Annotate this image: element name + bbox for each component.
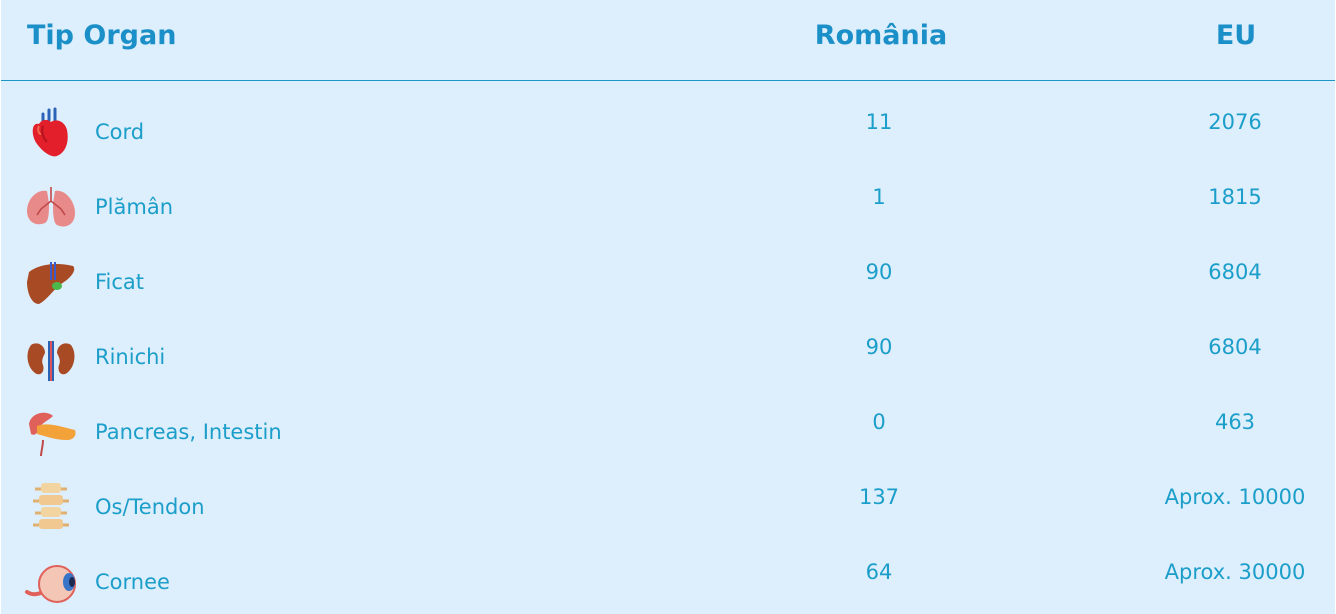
romania-value: 1 <box>872 185 886 209</box>
kidneys-icon <box>23 331 79 385</box>
romania-value: 0 <box>872 410 886 434</box>
eu-value: Aprox. 30000 <box>1164 560 1306 584</box>
romania-value: 90 <box>865 260 893 284</box>
liver-icon <box>23 256 79 310</box>
eu-value: Aprox. 10000 <box>1164 485 1306 509</box>
organ-table: Tip Organ România EU Cord 11 2076 Plămân <box>1 0 1335 614</box>
bone-icon <box>23 481 79 535</box>
header-organ-type: Tip Organ <box>27 20 177 51</box>
eu-value: 6804 <box>1208 260 1262 284</box>
romania-value: 11 <box>865 110 893 134</box>
eye-icon <box>23 556 79 610</box>
table-row: Rinichi 90 6804 <box>1 307 1335 382</box>
organ-name: Plămân <box>95 195 174 219</box>
eu-value: 1815 <box>1208 185 1262 209</box>
table-row: Plămân 1 1815 <box>1 157 1335 232</box>
table-header: Tip Organ România EU <box>1 0 1335 81</box>
heart-icon <box>23 106 79 160</box>
organ-name: Cord <box>95 120 145 144</box>
romania-value: 90 <box>865 335 893 359</box>
table-row: Cord 11 2076 <box>1 82 1335 157</box>
eu-value: 6804 <box>1208 335 1262 359</box>
organ-name: Rinichi <box>95 345 166 369</box>
romania-value: 137 <box>858 485 900 509</box>
table-row: Pancreas, Intestin 0 463 <box>1 382 1335 457</box>
eu-value: 2076 <box>1208 110 1262 134</box>
table-row: Ficat 90 6804 <box>1 232 1335 307</box>
table-row: Cornee 64 Aprox. 30000 <box>1 532 1335 607</box>
organ-name: Pancreas, Intestin <box>95 420 282 444</box>
organ-name: Cornee <box>95 570 170 594</box>
header-romania: România <box>814 20 948 51</box>
eu-value: 463 <box>1214 410 1256 434</box>
header-eu: EU <box>1215 20 1257 51</box>
organ-name: Os/Tendon <box>95 495 205 519</box>
lungs-icon <box>23 181 79 235</box>
organ-name: Ficat <box>95 270 145 294</box>
table-row: Os/Tendon 137 Aprox. 10000 <box>1 457 1335 532</box>
romania-value: 64 <box>865 560 893 584</box>
pancreas-icon <box>23 406 79 460</box>
